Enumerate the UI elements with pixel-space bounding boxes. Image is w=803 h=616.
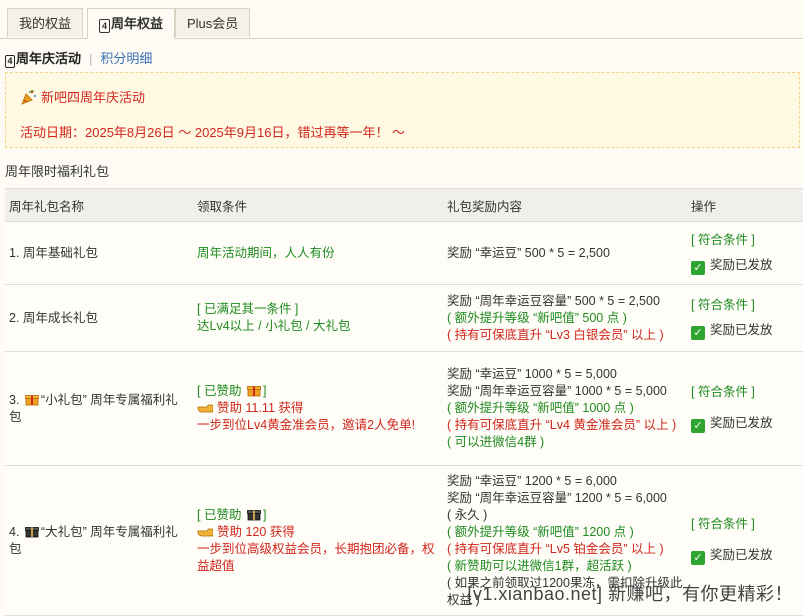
subnav-current[interactable]: 4 周年庆活动 [5, 51, 81, 68]
pointing-hand-icon [197, 404, 213, 413]
black-gift-icon [25, 526, 39, 537]
package-name: 3. “小礼包” 周年专属福利礼包 [5, 351, 193, 466]
table-row: 1. 周年基础礼包 周年活动期间，人人有份 奖励 “幸运豆” 500 * 5 =… [5, 221, 803, 285]
gift-icon [25, 394, 39, 405]
notice-dates: 活动日期：2025年8月26日 ～ 2025年9月16日，错过再等一年！ ～ [20, 125, 406, 140]
subnav-points-detail-link[interactable]: 积分明细 [100, 51, 152, 66]
table-header-row: 周年礼包名称 领取条件 礼包奖励内容 操作 [5, 188, 803, 222]
tab-label: 周年权益 [111, 16, 164, 31]
checkbox-checked-icon: ✓ [691, 419, 705, 433]
package-reward: 奖励 “幸运豆” 500 * 5 = 2,500 [443, 221, 687, 285]
package-name: 1. 周年基础礼包 [5, 221, 193, 285]
tab-anniversary-benefits[interactable]: 4 周年权益 [87, 8, 176, 39]
number-4-icon: 4 [99, 19, 110, 33]
gift-icon [247, 386, 261, 397]
meets-condition-link[interactable]: [ 符合条件 ] [691, 298, 755, 312]
column-header-action: 操作 [687, 188, 803, 222]
checkbox-checked-icon: ✓ [691, 260, 705, 275]
package-condition: [ 已满足其一条件 ] 达Lv4以上 / 小礼包 / 大礼包 [193, 284, 443, 352]
checkbox-checked-icon: ✓ [691, 551, 705, 565]
subnav-divider: | [89, 51, 93, 66]
tab-bar: 我的权益 4 周年权益 Plus会员 [0, 0, 803, 39]
column-header-condition: 领取条件 [193, 188, 443, 222]
reward-issued-status: ✓ 奖励已发放 [691, 322, 799, 340]
tab-my-benefits[interactable]: 我的权益 [7, 8, 84, 37]
party-popper-icon [21, 90, 36, 105]
tab-label: 我的权益 [19, 16, 72, 31]
event-notice: 新吧四周年庆活动 活动日期：2025年8月26日 ～ 2025年9月16日，错过… [5, 72, 800, 148]
section-title: 周年限时福利礼包 [5, 164, 110, 179]
notice-title: 新吧四周年庆活动 [41, 90, 146, 105]
package-condition: [ 已赞助 ] 赞助 11.11 获得 一步到位Lv4黄金准会员，邀请2人免单! [193, 351, 443, 466]
number-4-icon: 4 [5, 55, 15, 68]
meets-condition-link[interactable]: [ 符合条件 ] [691, 385, 755, 399]
package-condition: 周年活动期间，人人有份 [193, 221, 443, 285]
pointing-hand-icon [197, 528, 213, 536]
reward-issued-status: ✓ 奖励已发放 [691, 547, 799, 565]
black-gift-icon [247, 509, 261, 520]
table-row: 3. “小礼包” 周年专属福利礼包 [ 已赞助 ] 赞助 11.11 获得 一步… [5, 351, 803, 466]
table-row: 2. 周年成长礼包 [ 已满足其一条件 ] 达Lv4以上 / 小礼包 / 大礼包… [5, 284, 803, 352]
column-header-rewards: 礼包奖励内容 [443, 188, 687, 222]
reward-issued-status: ✓ 奖励已发放 [691, 257, 799, 275]
package-condition: [ 已赞助 ] 赞助 120 获得 一步到位高级权益会员，长期抱团必备，权益超值 [193, 465, 443, 616]
action-cell: [ 符合条件 ] ✓ 奖励已发放 [687, 351, 803, 466]
package-rewards: 奖励 “周年幸运豆容量” 500 * 5 = 2,500 ( 额外提升等级 “新… [443, 284, 687, 352]
action-cell: [ 符合条件 ] ✓ 奖励已发放 [687, 284, 803, 352]
site-watermark: [v1.xianbao.net] 新赚吧，有你更精彩！ [467, 584, 793, 604]
gift-package-table: 周年礼包名称 领取条件 礼包奖励内容 操作 1. 周年基础礼包 周年活动期间，人… [5, 188, 803, 616]
action-cell: [ 符合条件 ] ✓ 奖励已发放 [687, 221, 803, 285]
meets-condition-link[interactable]: [ 符合条件 ] [691, 517, 755, 531]
meets-condition-link[interactable]: [ 符合条件 ] [691, 233, 755, 247]
package-name: 4. “大礼包” 周年专属福利礼包 [5, 465, 193, 616]
sub-navigation: 4 周年庆活动 | 积分明细 [5, 48, 152, 68]
package-rewards: 奖励 “幸运豆” 1000 * 5 = 5,000 奖励 “周年幸运豆容量” 1… [443, 351, 687, 466]
checkbox-checked-icon: ✓ [691, 325, 705, 340]
reward-issued-status: ✓ 奖励已发放 [691, 415, 799, 433]
column-header-name: 周年礼包名称 [5, 188, 193, 222]
package-name: 2. 周年成长礼包 [5, 284, 193, 352]
tab-plus-member[interactable]: Plus会员 [175, 8, 251, 37]
tab-label: Plus会员 [187, 16, 239, 31]
